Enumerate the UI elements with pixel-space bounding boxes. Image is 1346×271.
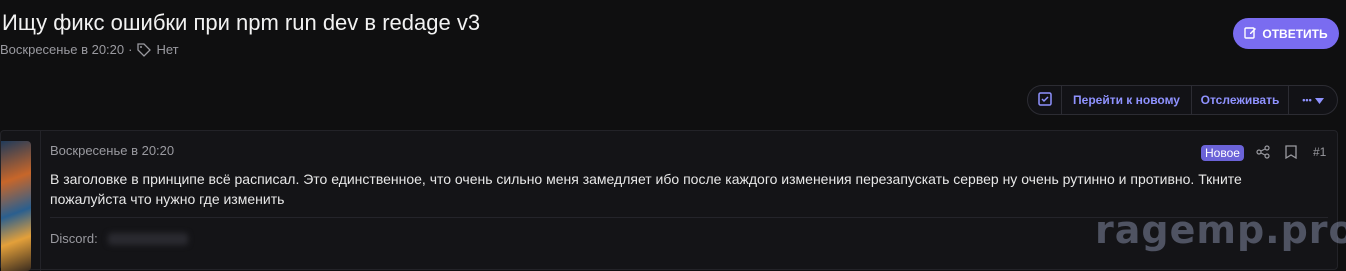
- watch-button[interactable]: Отслеживать: [1192, 86, 1289, 114]
- post-date[interactable]: Воскресенье в 20:20: [50, 143, 174, 158]
- thread-toolbar: Перейти к новому Отслеживать •••: [1027, 85, 1338, 115]
- signature: Discord:: [50, 231, 188, 246]
- tag-icon: [136, 42, 152, 57]
- reply-button-label: ОТВЕТИТЬ: [1262, 26, 1328, 41]
- post-body: В заголовке в принципе всё расписал. Это…: [50, 171, 1242, 207]
- thread-meta: Воскресенье в 20:20 · Нет: [0, 42, 179, 57]
- thread-title: Ищу фикс ошибки при npm run dev в redage…: [2, 10, 481, 35]
- reply-button[interactable]: ОТВЕТИТЬ: [1233, 18, 1339, 49]
- avatar[interactable]: [1, 141, 31, 271]
- share-icon[interactable]: [1256, 145, 1270, 159]
- signature-value-blurred: [107, 232, 188, 245]
- chevron-down-icon: [1314, 93, 1324, 107]
- more-menu-button[interactable]: •••: [1289, 86, 1337, 114]
- select-posts-button[interactable]: [1028, 86, 1062, 114]
- meta-separator: ·: [128, 42, 133, 57]
- watermark: ragemp.pro: [1095, 208, 1346, 252]
- bookmark-icon[interactable]: [1285, 145, 1297, 160]
- thread-date[interactable]: Воскресенье в 20:20: [0, 42, 124, 57]
- signature-label: Discord:: [50, 231, 98, 246]
- post-number[interactable]: #1: [1313, 145, 1326, 159]
- more-dots: •••: [1302, 95, 1312, 105]
- post-divider: [40, 131, 41, 271]
- go-to-new-button[interactable]: Перейти к новому: [1062, 86, 1192, 114]
- checkbox-icon: [1037, 91, 1052, 109]
- new-badge: Новое: [1201, 145, 1244, 161]
- thread-tag: Нет: [156, 42, 179, 57]
- edit-icon: [1244, 26, 1257, 42]
